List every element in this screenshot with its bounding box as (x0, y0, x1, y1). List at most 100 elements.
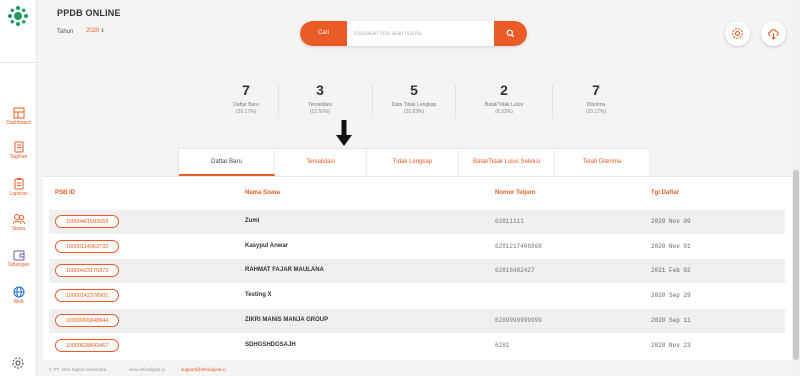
footer-company: © PT. Infra Digital Nusantara (49, 367, 107, 372)
invoice-icon (14, 141, 23, 153)
stat-percent: (29.17%) (585, 109, 607, 115)
psb-id-button[interactable]: 10000423175873 (55, 264, 119, 277)
globe-icon (13, 286, 24, 298)
sidebar-item-label: Dashboard (6, 120, 31, 126)
status-tabs: Daftar Baru Tervalidasi Tidak Lengkap Ba… (178, 148, 649, 176)
stat-percent: (8.33%) (495, 109, 513, 115)
table-row: 10000423175873 RAHMAT FAJAR MAULANA 6281… (49, 259, 785, 283)
sidebar-item-tabungan[interactable]: Tabungan (0, 249, 37, 283)
phone-number: 6281 (495, 342, 510, 349)
cloud-download-icon (768, 29, 779, 40)
register-date: 2020 Nov 23 (651, 342, 691, 349)
sidebar-item-label: Tabungan (7, 262, 30, 268)
sidebar-item-label: Laporan (9, 191, 28, 197)
student-name: Testing X (245, 292, 272, 298)
header-psb-id: PSB ID (55, 190, 76, 196)
student-name: Zumi (245, 218, 260, 224)
phone-number: 62811111 (495, 218, 524, 225)
table-row: 10000628843467 SDHGSHDGSAJH 6281 2020 No… (49, 334, 785, 358)
tab-tervalidasi[interactable]: Tervalidasi (275, 149, 367, 176)
header-nomor-telpon: Nomor Telpon (495, 190, 536, 196)
users-icon (12, 214, 25, 225)
psb-id-button[interactable]: 10000065848844 (55, 314, 119, 327)
stat-label: Data Tidak Lengkap (391, 102, 437, 108)
stat-percent: (12.50%) (309, 109, 331, 115)
wallet-icon (13, 250, 24, 261)
logo-icon (8, 6, 28, 26)
student-name: ZIKRI MANIS MANJA GROUP (245, 317, 329, 323)
table-row: 10000142378901 Testing X 2020 Sep 29 (49, 284, 785, 308)
footer-website[interactable]: www.infradigital.io (129, 367, 165, 372)
cloud-download-button[interactable] (761, 21, 786, 46)
page-scrollbar[interactable] (792, 0, 800, 376)
search-input[interactable] (354, 21, 489, 46)
tab-telah-diterima[interactable]: Telah Diterima (555, 149, 649, 176)
table-row: 10000461593659 Zumi 62811111 2020 Nov 09 (49, 210, 785, 234)
phone-number: 62818482427 (495, 267, 535, 274)
stat-data-tidak-lengkap: 5 Data Tidak Lengkap (20.83%) (368, 82, 460, 122)
table-row: 10000114063732 Kasypul Anwar 62812174068… (49, 235, 785, 259)
topbar: PPDB ONLINE Tahun 2020⇕ Cari (37, 0, 792, 68)
table-header: PSB ID Nama Siswa Nomor Telpon Tgl Dafta… (43, 190, 792, 204)
gear-icon (732, 28, 743, 39)
stat-divider (455, 84, 456, 118)
header-tgl-daftar: Tgl Daftar (651, 190, 680, 196)
sidebar-item-web[interactable]: Web (0, 286, 37, 320)
stat-percent: (20.83%) (403, 109, 425, 115)
header-nama-siswa: Nama Siswa (245, 190, 281, 196)
student-name: RAHMAT FAJAR MAULANA (245, 267, 324, 273)
sidebar-item-dashboard[interactable]: Dashboard (0, 107, 37, 141)
sidebar-item-laporan[interactable]: Laporan (0, 177, 37, 211)
sidebar-item-label: Web (13, 299, 24, 305)
scrollbar-thumb[interactable] (793, 170, 799, 360)
stats-summary: 7 Daftar Baru (29.17%) 3 Tervalidasi (12… (200, 82, 606, 122)
dashboard-icon (13, 107, 24, 119)
sidebar-item-label: Siswa (11, 226, 26, 232)
search-bar: Cari (300, 21, 527, 46)
clipboard-icon (14, 178, 23, 190)
psb-id-button[interactable]: 10000142378901 (55, 289, 119, 302)
register-date: 2020 Nov 01 (651, 243, 691, 250)
tab-tidak-lengkap[interactable]: Tidak Lengkap (367, 149, 459, 176)
phone-number: 6289999999999 (495, 317, 542, 324)
down-arrow-icon (336, 120, 352, 146)
footer-email[interactable]: support@infradigital.io (181, 367, 226, 372)
register-date: 2021 Feb 02 (651, 267, 691, 274)
search-submit-button[interactable] (494, 21, 527, 46)
sidebar-item-tagihan[interactable]: Tagihan (0, 141, 37, 175)
stat-value: 3 (316, 82, 324, 98)
tab-batal-tidak-lulus[interactable]: Batal/Tidak Lulus Seleksi (459, 149, 555, 176)
stat-value: 5 (410, 82, 418, 98)
sidebar-item-siswa[interactable]: Siswa (0, 213, 37, 247)
search-icon (506, 29, 515, 38)
student-name: Kasypul Anwar (245, 243, 289, 249)
stat-batal-tidak-lulus: 2 Batal/Tidak Lulus (8.33%) (458, 82, 550, 122)
sidebar: Dashboard Tagihan Laporan Siswa Tabungan… (0, 0, 37, 376)
settings-button[interactable] (725, 21, 750, 46)
sidebar-item-label: Tagihan (9, 154, 28, 160)
psb-id-button[interactable]: 10000461593659 (55, 215, 119, 228)
table-row: 10000065848844 ZIKRI MANIS MANJA GROUP 6… (49, 309, 785, 333)
stat-value: 2 (500, 82, 508, 98)
settings-gear-icon[interactable] (11, 356, 25, 370)
tab-daftar-baru[interactable]: Daftar Baru (179, 149, 275, 176)
stat-label: Batal/Tidak Lulus (484, 102, 524, 108)
year-label: Tahun (57, 29, 74, 35)
stat-label: Diterima (586, 102, 606, 108)
stat-value: 7 (592, 82, 600, 98)
main-content: PPDB ONLINE Tahun 2020⇕ Cari 7 Daftar Ba… (37, 0, 800, 376)
register-date: 2020 Nov 09 (651, 218, 691, 225)
register-date: 2020 Sep 11 (651, 317, 691, 324)
search-cari-button[interactable]: Cari (300, 21, 347, 46)
psb-id-button[interactable]: 10000628843467 (55, 339, 119, 352)
stat-label: Tervalidasi (308, 102, 332, 108)
register-date: 2020 Sep 29 (651, 292, 691, 299)
year-select[interactable]: 2020⇕ (86, 28, 105, 34)
phone-number: 6281217406868 (495, 243, 542, 250)
year-value: 2020 (86, 28, 100, 34)
stat-diterima: 7 Diterima (29.17%) (550, 82, 642, 122)
registrants-table: PSB ID Nama Siswa Nomor Telpon Tgl Dafta… (43, 176, 792, 360)
psb-id-button[interactable]: 10000114063732 (55, 240, 119, 253)
sort-caret-icon: ⇕ (100, 28, 105, 34)
sidebar-divider (0, 62, 37, 63)
